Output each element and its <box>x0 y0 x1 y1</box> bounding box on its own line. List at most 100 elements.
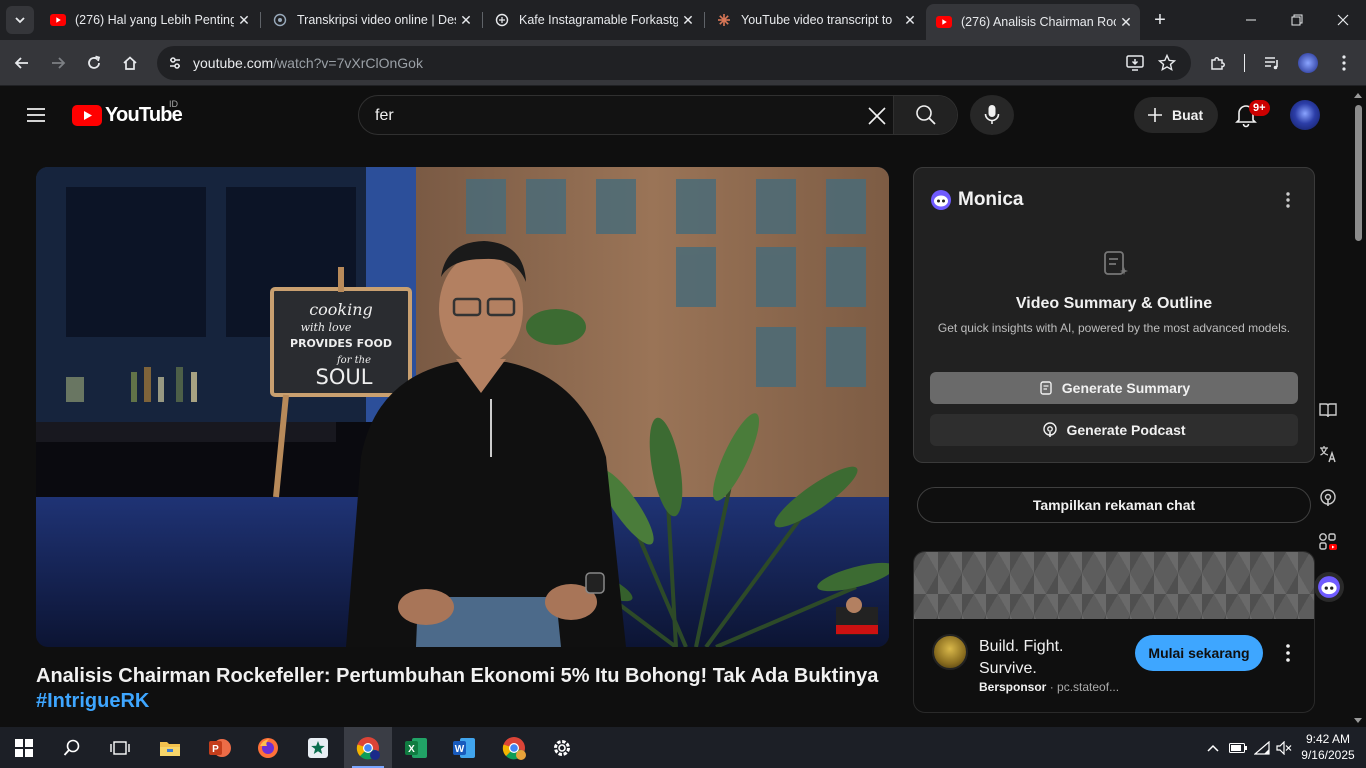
word-button[interactable]: W <box>440 727 488 768</box>
video-player[interactable]: cooking with love PROVIDES FOOD for the … <box>36 167 889 647</box>
ad-domain: pc.stateof... <box>1057 680 1120 694</box>
home-button[interactable] <box>116 49 144 77</box>
clock-date: 9/16/2025 <box>1301 748 1355 762</box>
new-tab-button[interactable]: + <box>1148 8 1172 32</box>
close-window-button[interactable] <box>1320 0 1366 40</box>
search-box[interactable]: fer <box>358 95 958 135</box>
close-tab-icon[interactable]: ✕ <box>456 10 476 30</box>
ad-banner-image[interactable] <box>914 552 1314 619</box>
firefox-button[interactable] <box>244 727 292 768</box>
close-tab-icon[interactable]: ✕ <box>1116 12 1136 32</box>
scroll-down-arrow-icon[interactable] <box>1354 718 1362 723</box>
home-icon <box>123 56 137 70</box>
more-vertical-icon[interactable] <box>1280 190 1296 210</box>
forward-button[interactable] <box>44 49 72 77</box>
star-app-button[interactable] <box>294 727 342 768</box>
star-app-icon <box>308 737 328 758</box>
voice-search-button[interactable] <box>970 95 1014 135</box>
close-tab-icon[interactable]: ✕ <box>900 10 920 30</box>
install-app-icon[interactable] <box>1125 53 1145 78</box>
word-icon: W <box>453 737 475 758</box>
back-button[interactable] <box>8 49 36 77</box>
taskbar-search-button[interactable] <box>48 727 96 768</box>
browser-tab[interactable]: Kafe Instagramable Forkastg ✕ <box>484 5 702 35</box>
url-text[interactable]: youtube.com/watch?v=7vXrClOnGok <box>193 55 423 71</box>
apps-youtube-icon <box>1319 533 1337 550</box>
hamburger-menu-icon[interactable] <box>24 103 48 127</box>
chrome-profile-button[interactable] <box>490 727 538 768</box>
more-vertical-icon[interactable] <box>1280 642 1296 664</box>
scrollbar-thumb[interactable] <box>1355 105 1362 241</box>
search-icon <box>915 105 936 125</box>
reader-mode-button[interactable] <box>1314 396 1342 424</box>
microphone-icon <box>984 105 1000 124</box>
podcast-rail-button[interactable] <box>1314 484 1342 512</box>
arrow-right-icon <box>52 57 66 69</box>
search-button[interactable] <box>893 96 957 134</box>
system-clock[interactable]: 9:42 AM 9/16/2025 <box>1296 731 1360 763</box>
excel-icon: X <box>405 737 427 758</box>
clear-search-icon[interactable] <box>865 104 889 128</box>
tab-search-button[interactable] <box>6 6 34 34</box>
generate-podcast-button[interactable]: Generate Podcast <box>930 414 1298 446</box>
powerpoint-icon: P <box>209 738 231 757</box>
browser-tab[interactable]: (276) Hal yang Lebih Penting ✕ <box>40 5 258 35</box>
browser-tab-active[interactable]: (276) Analisis Chairman Rock ✕ <box>926 4 1140 40</box>
svg-text:X: X <box>408 744 415 755</box>
profile-button[interactable] <box>1294 49 1322 77</box>
chrome-button-active[interactable] <box>344 727 392 768</box>
create-button[interactable]: Buat <box>1134 97 1218 133</box>
bookmark-star-icon[interactable] <box>1157 53 1177 78</box>
battery-status[interactable] <box>1228 727 1248 768</box>
page-scrollbar[interactable] <box>1350 87 1366 727</box>
scroll-up-arrow-icon[interactable] <box>1354 93 1362 98</box>
monica-brand: Monica <box>930 189 1023 211</box>
video-title: Analisis Chairman Rockefeller: Pertumbuh… <box>36 665 879 687</box>
monica-open-button[interactable] <box>1314 572 1344 602</box>
powerpoint-button[interactable]: P <box>196 727 244 768</box>
excel-button[interactable]: X <box>392 727 440 768</box>
search-input[interactable]: fer <box>375 107 394 125</box>
media-controls-button[interactable] <box>1258 49 1286 77</box>
browser-toolbar: youtube.com/watch?v=7vXrClOnGok <box>0 40 1366 86</box>
network-status[interactable] <box>1252 727 1272 768</box>
extensions-button[interactable] <box>1204 49 1232 77</box>
show-chat-history-button[interactable]: Tampilkan rekaman chat <box>917 487 1311 523</box>
search-icon <box>63 739 80 756</box>
gear-icon <box>554 739 570 756</box>
advertiser-logo <box>932 634 968 670</box>
plus-icon <box>1148 108 1162 122</box>
settings-button[interactable] <box>538 727 586 768</box>
reload-button[interactable] <box>80 49 108 77</box>
address-bar[interactable]: youtube.com/watch?v=7vXrClOnGok <box>157 46 1191 80</box>
site-info-icon[interactable] <box>163 51 187 75</box>
account-avatar[interactable] <box>1290 100 1320 130</box>
create-label: Buat <box>1172 107 1204 123</box>
close-tab-icon[interactable]: ✕ <box>234 10 254 30</box>
youtube-tools-button[interactable] <box>1314 528 1342 556</box>
browser-tab[interactable]: Transkripsi video online | Des ✕ <box>262 5 480 35</box>
video-hashtag-link[interactable]: #IntrigueRK <box>36 690 149 712</box>
generate-summary-button[interactable]: Generate Summary <box>930 372 1298 404</box>
windows-start-button[interactable] <box>0 727 48 768</box>
volume-muted-icon <box>1276 740 1292 755</box>
minimize-button[interactable] <box>1228 0 1274 40</box>
ad-cta-button[interactable]: Mulai sekarang <box>1135 635 1263 671</box>
summary-heading: Video Summary & Outline <box>1015 295 1213 312</box>
task-view-button[interactable] <box>96 727 144 768</box>
more-vertical-icon <box>1342 55 1346 71</box>
svg-text:W: W <box>455 744 465 755</box>
sponsored-ad-card[interactable]: Build. Fight. Survive. Bersponsor · pc.s… <box>913 551 1315 713</box>
chrome-menu-button[interactable] <box>1330 49 1358 77</box>
file-explorer-button[interactable] <box>146 727 194 768</box>
close-tab-icon[interactable]: ✕ <box>678 10 698 30</box>
volume-status[interactable] <box>1274 727 1294 768</box>
translate-button[interactable] <box>1314 440 1342 468</box>
restore-button[interactable] <box>1274 0 1320 40</box>
browser-tab[interactable]: YouTube video transcript to ✕ <box>706 5 924 35</box>
show-hidden-icons-button[interactable] <box>1204 727 1222 768</box>
youtube-logo[interactable]: YouTube ID <box>72 99 183 126</box>
podcast-icon <box>1320 489 1336 506</box>
wifi-icon <box>1254 740 1270 755</box>
puzzle-icon <box>1211 57 1225 70</box>
